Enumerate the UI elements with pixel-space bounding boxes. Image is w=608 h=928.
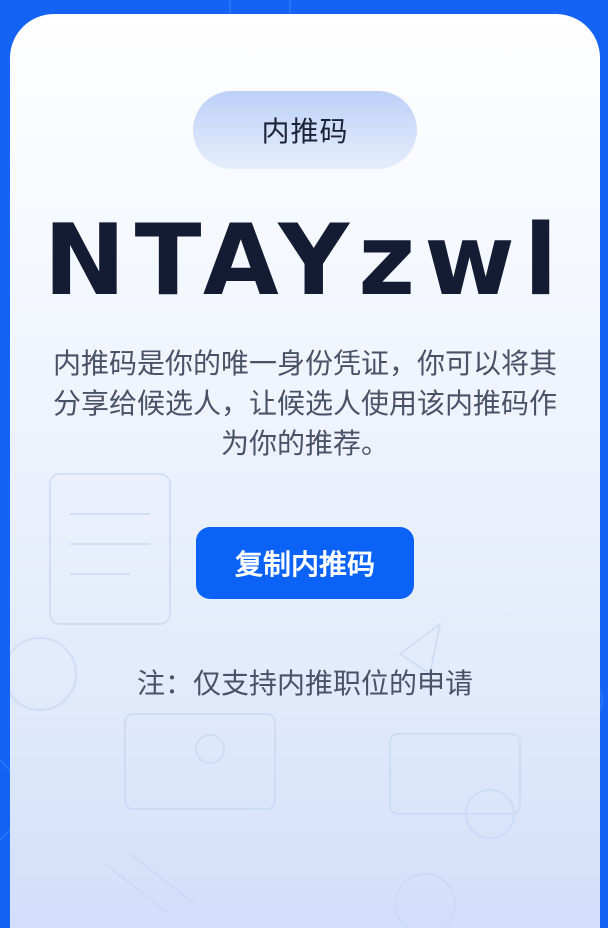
referral-description: 内推码是你的唯一身份凭证，你可以将其分享给候选人，让候选人使用该内推码作为你的推…: [52, 347, 557, 460]
referral-code-badge: 内推码: [193, 91, 417, 169]
copy-referral-code-button[interactable]: 复制内推码: [196, 527, 414, 599]
referral-note: 注：仅支持内推职位的申请: [136, 667, 473, 700]
referral-code-value: NTAYzwl: [43, 204, 567, 318]
badge-label: 内推码: [261, 115, 349, 148]
referral-card: 内推码 NTAYzwl 内推码是你的唯一身份凭证，你可以将其分享给候选人，让候选…: [10, 14, 600, 928]
copy-button-label: 复制内推码: [234, 548, 375, 581]
